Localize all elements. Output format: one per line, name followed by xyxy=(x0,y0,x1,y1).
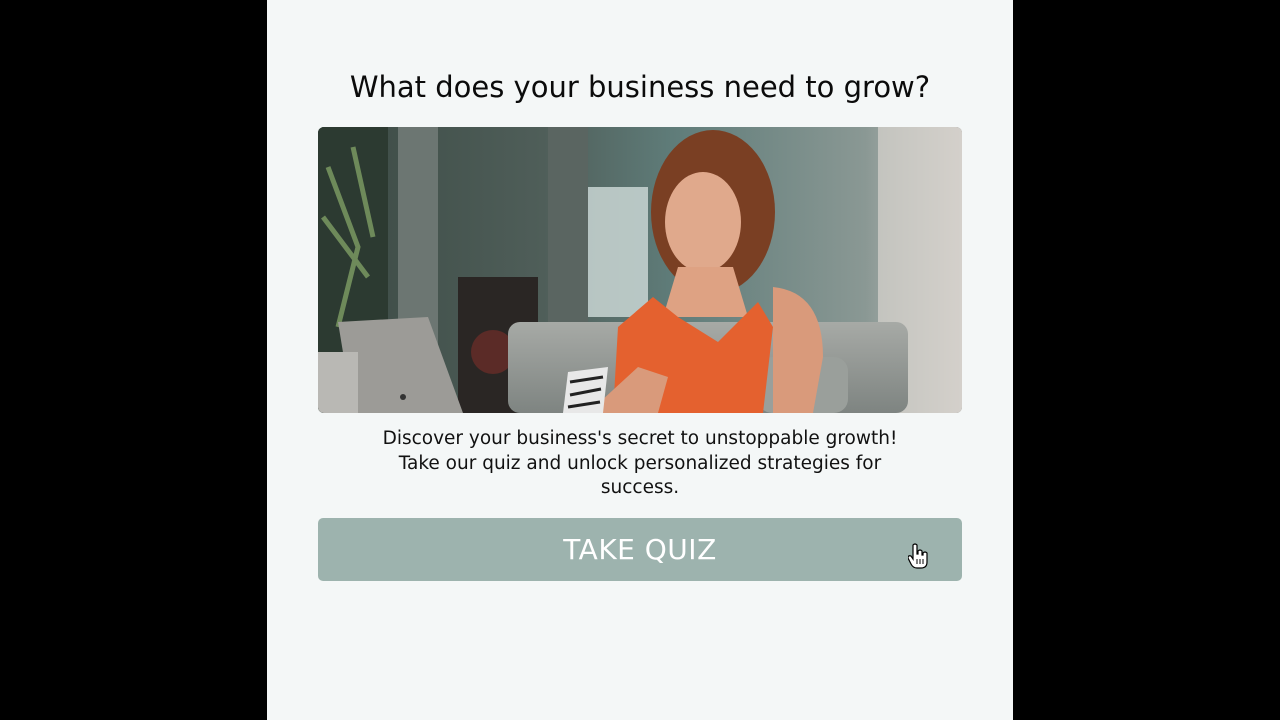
quiz-landing-panel: What does your business need to grow? Di… xyxy=(267,0,1013,720)
page-title: What does your business need to grow? xyxy=(349,70,931,104)
hero-image xyxy=(318,127,962,413)
video-frame: What does your business need to grow? Di… xyxy=(0,0,1280,720)
description-line: Discover your business's secret to unsto… xyxy=(382,428,898,449)
take-quiz-button[interactable]: TAKE QUIZ xyxy=(318,518,962,581)
description-text: Discover your business's secret to unsto… xyxy=(307,427,973,501)
description-line: Take our quiz and unlock personalized st… xyxy=(398,452,882,474)
description-line: success. xyxy=(600,477,680,498)
